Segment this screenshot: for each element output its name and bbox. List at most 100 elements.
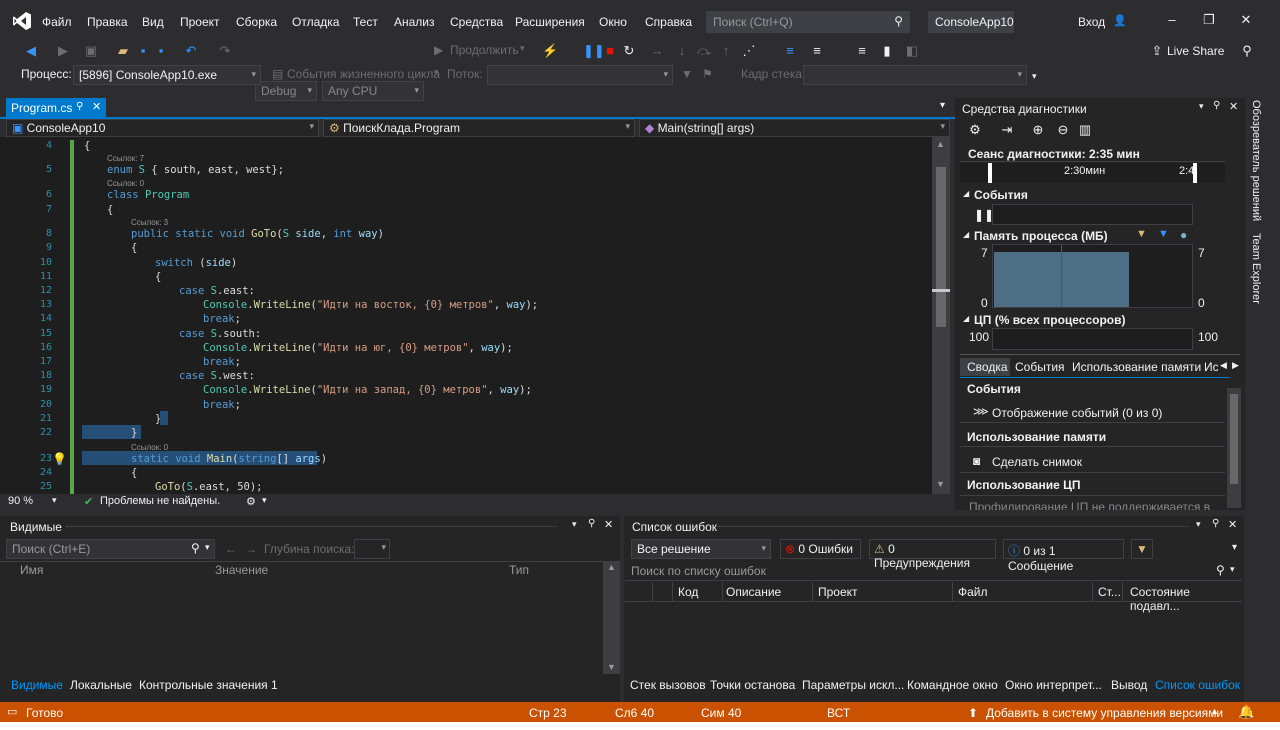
scroll-left-icon[interactable]: ◀ — [1220, 360, 1227, 371]
timeline-start-handle[interactable] — [988, 163, 992, 183]
pin-icon[interactable]: ⚲ — [1240, 44, 1254, 58]
comment-icon[interactable]: ≡ — [810, 44, 824, 58]
play-icon[interactable]: ▶ — [434, 43, 443, 57]
open-folder-icon[interactable]: ▰ — [116, 44, 130, 58]
search-icon[interactable]: ⚲ — [191, 541, 200, 555]
chevron-down-icon[interactable]: ▾ — [1232, 542, 1237, 553]
menu-project[interactable]: Проект — [180, 15, 220, 29]
column-code[interactable]: Код — [678, 585, 698, 599]
step-into-icon[interactable]: ↓ — [675, 44, 689, 58]
filter-icon[interactable]: ▼ — [681, 67, 693, 81]
chevron-up-icon[interactable]: ▲ — [1210, 706, 1219, 716]
diagnostics-icon[interactable]: ⋰ — [742, 44, 756, 58]
zoom-in-icon[interactable]: ⊕ — [1030, 122, 1046, 138]
pin-icon[interactable]: ⚲ — [76, 101, 83, 112]
column-project[interactable]: Проект — [818, 585, 858, 599]
menu-view[interactable]: Вид — [142, 15, 164, 29]
new-project-icon[interactable]: ▣ — [84, 44, 98, 58]
code-lens-references[interactable]: Ссылок: 0 — [131, 443, 168, 452]
autos-search-input[interactable]: Поиск (Ctrl+E) ⚲ ▾ — [6, 539, 215, 559]
menu-extensions[interactable]: Расширения — [515, 15, 585, 29]
close-icon[interactable]: ✕ — [604, 518, 613, 531]
code-lens-references[interactable]: Ссылок: 0 — [107, 179, 144, 188]
settings-icon[interactable]: ⚙ — [967, 122, 983, 138]
flag-icon[interactable]: ⚑ — [702, 67, 713, 81]
stop-icon[interactable]: ■ — [603, 44, 617, 58]
zoom-level[interactable]: 90 % — [8, 495, 33, 507]
step-out-icon[interactable]: ↑ — [719, 44, 733, 58]
editor-vertical-scrollbar[interactable]: ▲ ▼ — [932, 137, 950, 494]
scrollbar-thumb[interactable] — [1230, 394, 1238, 484]
team-explorer-tab[interactable]: Team Explorer — [1250, 233, 1262, 304]
solution-explorer-tab[interactable]: Обозреватель решений — [1250, 100, 1262, 221]
close-icon[interactable]: ✕ — [1229, 100, 1238, 113]
tab-command-window[interactable]: Командное окно — [907, 678, 998, 692]
collapse-icon[interactable]: ◢ — [963, 230, 969, 239]
back-icon[interactable]: ← — [225, 542, 237, 556]
warnings-filter-button[interactable]: ⚠ 0 Предупреждения — [869, 539, 996, 570]
cpu-chart[interactable] — [992, 328, 1193, 350]
menu-window[interactable]: Окно — [599, 15, 627, 29]
column-name[interactable]: Имя — [20, 563, 43, 577]
menu-help[interactable]: Справка — [645, 15, 692, 29]
tab-breakpoints[interactable]: Точки останова — [710, 678, 795, 692]
lifecycle-events-icon[interactable]: ▤ — [272, 67, 283, 81]
search-depth-dropdown[interactable]: ▾ — [354, 539, 390, 559]
menu-tools[interactable]: Средства — [450, 15, 503, 29]
pin-icon[interactable]: ⚲ — [1213, 100, 1220, 111]
tab-autos[interactable]: Видимые — [11, 678, 63, 692]
share-icon[interactable]: ⇪ — [1150, 44, 1164, 58]
errors-filter-button[interactable]: ⊗ 0 Ошибки — [780, 539, 861, 559]
show-events-link[interactable]: Отображение событий (0 из 0) — [992, 406, 1162, 420]
scroll-up-icon[interactable]: ▲ — [936, 139, 945, 149]
restart-icon[interactable]: ↻ — [622, 44, 636, 58]
bookmark-list-icon[interactable]: ≡ — [783, 44, 797, 58]
code-cleanup-icon[interactable]: ⚙ — [246, 495, 256, 508]
minimize-icon[interactable]: – — [1164, 12, 1180, 28]
save-all-icon[interactable]: ▪ — [154, 44, 168, 58]
indent-icon[interactable]: ≡ — [855, 44, 869, 58]
scroll-down-icon[interactable]: ▼ — [936, 479, 945, 489]
add-to-source-control-button[interactable]: Добавить в систему управления версиями — [986, 706, 1223, 720]
collapse-icon[interactable]: ◢ — [963, 314, 969, 323]
diagnostics-scrollbar[interactable] — [1227, 388, 1241, 508]
process-dropdown[interactable]: [5896] ConsoleApp10.exe ▾ — [73, 65, 261, 85]
step-over-icon[interactable]: ⤼ — [697, 44, 711, 58]
pause-icon[interactable]: ❚❚ — [583, 44, 605, 58]
live-share-button[interactable]: Live Share — [1167, 44, 1224, 58]
continue-dropdown-icon[interactable]: ▾ — [520, 43, 525, 54]
menu-test[interactable]: Тест — [353, 15, 378, 29]
show-next-statement-icon[interactable]: → — [650, 44, 664, 58]
menu-build[interactable]: Сборка — [236, 15, 277, 29]
error-search-input[interactable]: Поиск по списку ошибок ⚲ ▾ — [625, 561, 1242, 581]
tab-call-stack[interactable]: Стек вызовов — [630, 678, 706, 692]
forward-icon[interactable]: ▶ — [56, 44, 70, 58]
panel-menu-icon[interactable]: ▾ — [1196, 519, 1201, 530]
hot-reload-icon[interactable]: ⚡ — [542, 44, 558, 58]
back-icon[interactable]: ◀ — [24, 44, 38, 58]
tab-error-list[interactable]: Список ошибок — [1155, 678, 1240, 692]
tab-locals[interactable]: Локальные — [70, 678, 132, 692]
error-scope-dropdown[interactable]: Все решение ▾ — [631, 539, 771, 559]
chevron-down-icon[interactable]: ▾ — [1230, 564, 1235, 575]
menu-file[interactable]: Файл — [42, 15, 72, 29]
column-line[interactable]: Ст... — [1098, 585, 1121, 599]
close-tab-icon[interactable]: ✕ — [92, 100, 101, 113]
bookmark-icon[interactable]: ▮ — [880, 44, 894, 58]
tab-cpu-usage[interactable]: Ис — [1204, 360, 1218, 374]
column-file[interactable]: Файл — [958, 585, 988, 599]
tab-memory-usage[interactable]: Использование памяти — [1072, 360, 1201, 374]
class-nav-dropdown[interactable]: ⚙ ПоискКлада.Program ▾ — [323, 119, 635, 137]
lifecycle-events-button[interactable]: События жизненного цикла — [287, 67, 440, 81]
column-type[interactable]: Тип — [509, 563, 529, 577]
tab-watch-1[interactable]: Контрольные значения 1 — [139, 678, 278, 692]
pin-icon[interactable]: ⚲ — [588, 518, 595, 529]
zoom-out-icon[interactable]: ⊖ — [1055, 122, 1071, 138]
close-icon[interactable]: ✕ — [1238, 12, 1254, 28]
scrollbar-thumb[interactable] — [936, 167, 946, 327]
menu-edit[interactable]: Правка — [87, 15, 128, 29]
autos-scrollbar[interactable]: ▲ ▼ — [603, 562, 620, 674]
close-icon[interactable]: ✕ — [1228, 518, 1237, 531]
code-lens-references[interactable]: Ссылок: 7 — [107, 154, 144, 163]
continue-button[interactable]: Продолжить — [450, 43, 519, 57]
